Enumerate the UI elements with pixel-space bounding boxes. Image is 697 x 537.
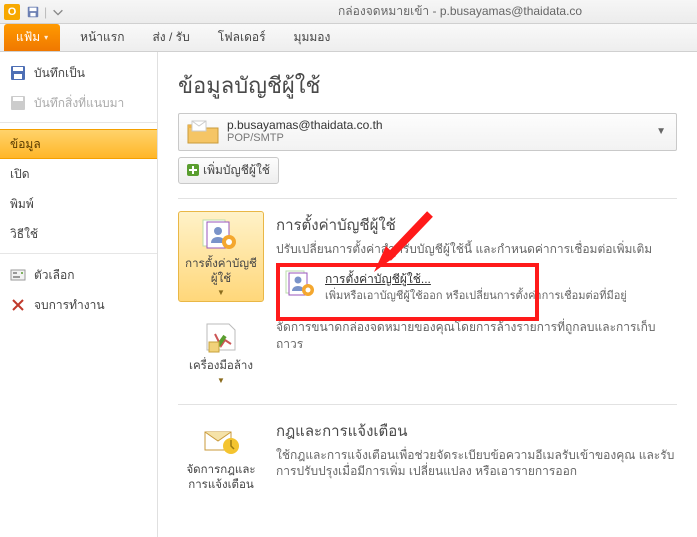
sidebar-separator — [0, 122, 157, 123]
title-bar: O | กล่องจดหมายเข้า - p.busayamas@thaida… — [0, 0, 697, 24]
section-divider — [178, 404, 677, 405]
button-label: การตั้งค่าบัญชีผู้ใช้ — [185, 258, 257, 285]
account-settings-icon — [285, 270, 317, 298]
tab-send-receive[interactable]: ส่ง / รับ — [138, 24, 203, 51]
sidebar-open[interactable]: เปิด — [0, 159, 157, 189]
section-title: การตั้งค่าบัญชีผู้ใช้ — [276, 213, 677, 237]
section-text: การตั้งค่าบัญชีผู้ใช้ ปรับเปลี่ยนการตั้ง… — [276, 211, 677, 312]
sidebar-exit[interactable]: จบการทำงาน — [0, 290, 157, 320]
rules-icon — [201, 424, 241, 458]
outlook-app-icon: O — [4, 4, 20, 20]
sidebar-label: เปิด — [10, 165, 30, 184]
options-icon — [10, 267, 26, 283]
chevron-down-icon: ▼ — [183, 376, 259, 385]
cleanup-tools-button[interactable]: เครื่องมือล้าง ▼ — [178, 313, 264, 389]
backstage-sidebar: บันทึกเป็น บันทึกสิ่งที่แนบมา ข้อมูล เปิ… — [0, 52, 158, 537]
submenu-desc: เพิ่มหรือเอาบัญชีผู้ใช้ออก หรือเปลี่ยนกา… — [325, 289, 627, 304]
tab-view[interactable]: มุมมอง — [280, 24, 345, 51]
chevron-down-icon[interactable]: ▼ — [654, 126, 668, 137]
sidebar-label: พิมพ์ — [10, 195, 34, 214]
section-text: กฎและการแจ้งเตือน ใช้กฎและการแจ้งเตือนเพ… — [276, 417, 677, 481]
chevron-down-icon: ▼ — [183, 288, 259, 297]
add-account-button[interactable]: เพิ่มบัญชีผู้ใช้ — [178, 157, 279, 184]
account-settings-submenu: การตั้งค่าบัญชีผู้ใช้... เพิ่มหรือเอาบัญ… — [276, 263, 677, 311]
section-desc: ปรับเปลี่ยนการตั้งค่าสำหรับบัญชีผู้ใช้นี… — [276, 241, 677, 258]
sidebar-info[interactable]: ข้อมูล — [0, 129, 157, 159]
sidebar-save-attachments: บันทึกสิ่งที่แนบมา — [0, 88, 157, 118]
account-folder-icon — [187, 119, 219, 145]
qat-divider: | — [44, 5, 47, 19]
section-cleanup: เครื่องมือล้าง ▼ จัดการขนาดกล่องจดหมายขอ… — [178, 313, 677, 389]
sidebar-separator — [0, 253, 157, 254]
account-selector[interactable]: p.busayamas@thaidata.co.th POP/SMTP ▼ — [178, 113, 677, 151]
sidebar-label: จบการทำงาน — [34, 296, 105, 315]
cleanup-icon — [201, 320, 241, 354]
ribbon-tabs: แฟ้ม หน้าแรก ส่ง / รับ โฟลเดอร์ มุมมอง — [0, 24, 697, 52]
backstage-main: บันทึกเป็น บันทึกสิ่งที่แนบมา ข้อมูล เปิ… — [0, 52, 697, 537]
account-text: p.busayamas@thaidata.co.th POP/SMTP — [227, 118, 646, 146]
rules-alerts-button[interactable]: จัดการกฎและการแจ้งเตือน — [178, 417, 264, 498]
section-text: จัดการขนาดกล่องจดหมายของคุณโดยการล้างราย… — [276, 313, 677, 353]
sidebar-label: บันทึกสิ่งที่แนบมา — [34, 94, 124, 113]
tab-folder[interactable]: โฟลเดอร์ — [204, 24, 280, 51]
page-title: ข้อมูลบัญชีผู้ใช้ — [178, 68, 677, 103]
qat-save-icon[interactable] — [26, 5, 40, 19]
sidebar-help[interactable]: วิธีใช้ — [0, 219, 157, 249]
sidebar-options[interactable]: ตัวเลือก — [0, 260, 157, 290]
qat-dropdown-icon[interactable] — [51, 5, 65, 19]
account-protocol: POP/SMTP — [227, 132, 646, 145]
section-desc: ใช้กฎและการแจ้งเตือนเพื่อช่วยจัดระเบียบข… — [276, 447, 677, 481]
section-rules: จัดการกฎและการแจ้งเตือน กฎและการแจ้งเตือ… — [178, 417, 677, 498]
sidebar-save-as[interactable]: บันทึกเป็น — [0, 58, 157, 88]
backstage-content: ข้อมูลบัญชีผู้ใช้ p.busayamas@thaidata.c… — [158, 52, 697, 537]
submenu-account-settings[interactable]: การตั้งค่าบัญชีผู้ใช้... เพิ่มหรือเอาบัญ… — [276, 263, 677, 311]
submenu-title: การตั้งค่าบัญชีผู้ใช้... — [325, 270, 627, 289]
exit-icon — [10, 297, 26, 313]
window-title: กล่องจดหมายเข้า - p.busayamas@thaidata.c… — [67, 2, 693, 21]
sidebar-print[interactable]: พิมพ์ — [0, 189, 157, 219]
section-title: กฎและการแจ้งเตือน — [276, 419, 677, 443]
tab-file[interactable]: แฟ้ม — [4, 24, 60, 51]
sidebar-label: บันทึกเป็น — [34, 64, 85, 83]
section-desc: จัดการขนาดกล่องจดหมายของคุณโดยการล้างราย… — [276, 319, 677, 353]
sidebar-label: ข้อมูล — [10, 135, 41, 154]
button-label: เครื่องมือล้าง — [189, 360, 253, 372]
sidebar-label: ตัวเลือก — [34, 266, 74, 285]
plus-icon — [187, 164, 199, 176]
section-divider — [178, 198, 677, 199]
account-settings-button[interactable]: การตั้งค่าบัญชีผู้ใช้ ▼ — [178, 211, 264, 303]
sidebar-label: วิธีใช้ — [10, 225, 38, 244]
add-account-label: เพิ่มบัญชีผู้ใช้ — [203, 161, 270, 180]
save-icon — [10, 65, 26, 81]
tab-home[interactable]: หน้าแรก — [66, 24, 138, 51]
button-label: จัดการกฎและการแจ้งเตือน — [186, 464, 255, 491]
account-settings-icon — [201, 218, 241, 252]
account-address: p.busayamas@thaidata.co.th — [227, 118, 646, 132]
submenu-text: การตั้งค่าบัญชีผู้ใช้... เพิ่มหรือเอาบัญ… — [325, 270, 627, 304]
section-account-settings: การตั้งค่าบัญชีผู้ใช้ ▼ การตั้งค่าบัญชีผ… — [178, 211, 677, 312]
attachment-icon — [10, 95, 26, 111]
